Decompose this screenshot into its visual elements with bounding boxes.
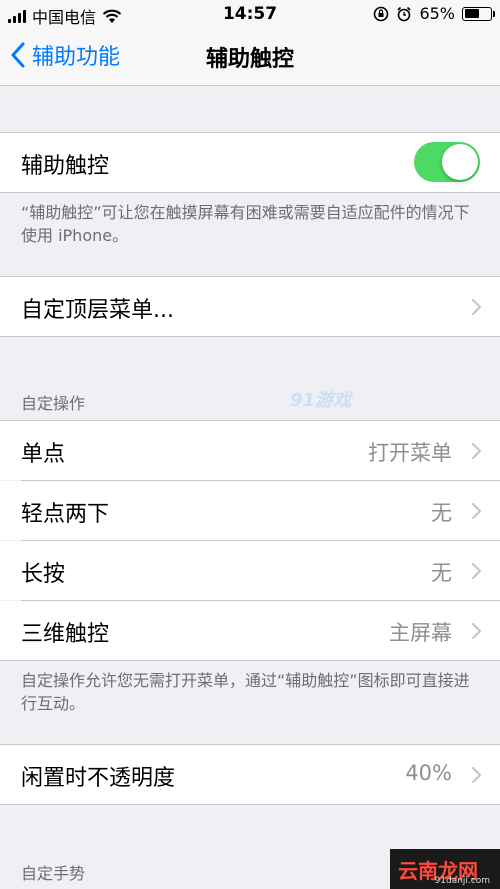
- chevron-right-icon: [471, 442, 482, 460]
- assistive-touch-footer: “辅助触控”可让您在触摸屏幕有困难或需要自适应配件的情况下使用 iPhone。: [21, 203, 470, 245]
- double-tap-value: 无: [431, 501, 452, 525]
- customize-top-menu-row[interactable]: 自定顶层菜单...: [0, 277, 500, 336]
- assistive-touch-toggle[interactable]: [414, 142, 480, 182]
- status-right: 65%: [373, 4, 495, 23]
- navigation-bar: 辅助功能 辅助触控: [0, 30, 500, 86]
- chevron-right-icon: [471, 502, 482, 520]
- chevron-right-icon: [471, 766, 482, 784]
- status-bar: 中国电信 14:57 65%: [0, 0, 500, 30]
- orientation-lock-icon: [374, 6, 389, 21]
- single-tap-row[interactable]: 单点 打开菜单: [0, 421, 500, 480]
- idle-opacity-value: 40%: [405, 761, 452, 785]
- custom-actions-footer: 自定操作允许您无需打开菜单，通过“辅助触控”图标即可直接进行互动。: [21, 671, 470, 713]
- 3d-touch-row[interactable]: 三维触控 主屏幕: [0, 601, 500, 660]
- double-tap-label: 轻点两下: [21, 502, 110, 527]
- assistive-touch-row: 辅助触控: [0, 133, 500, 192]
- assistive-touch-label: 辅助触控: [21, 154, 110, 179]
- divider: [0, 804, 500, 805]
- chevron-right-icon: [471, 562, 482, 580]
- single-tap-label: 单点: [21, 442, 66, 467]
- long-press-label: 长按: [21, 562, 66, 587]
- chevron-right-icon: [471, 298, 482, 316]
- divider: [0, 192, 500, 193]
- idle-opacity-label: 闲置时不透明度: [21, 766, 176, 791]
- single-tap-value: 打开菜单: [368, 441, 452, 465]
- toggle-knob: [442, 144, 478, 180]
- idle-opacity-row[interactable]: 闲置时不透明度 40%: [0, 745, 500, 804]
- 3d-touch-value: 主屏幕: [389, 621, 452, 645]
- watermark-badge: 云南龙网 91danji.com: [390, 849, 500, 889]
- customize-top-menu-label: 自定顶层菜单...: [21, 298, 174, 323]
- watermark-91-games: 91游戏: [290, 390, 352, 411]
- 3d-touch-label: 三维触控: [21, 622, 110, 647]
- double-tap-row[interactable]: 轻点两下 无: [0, 481, 500, 540]
- battery-icon: [462, 6, 495, 21]
- divider: [0, 660, 500, 661]
- long-press-row[interactable]: 长按 无: [0, 541, 500, 600]
- page-title: 辅助触控: [205, 47, 294, 72]
- custom-actions-header: 自定操作: [21, 394, 86, 413]
- custom-gestures-header: 自定手势: [21, 864, 86, 883]
- chevron-right-icon: [471, 622, 482, 640]
- battery-percent: 65%: [419, 4, 455, 23]
- watermark-url: 91danji.com: [434, 876, 490, 886]
- divider: [0, 336, 500, 337]
- long-press-value: 无: [431, 561, 452, 585]
- alarm-icon: [397, 6, 412, 21]
